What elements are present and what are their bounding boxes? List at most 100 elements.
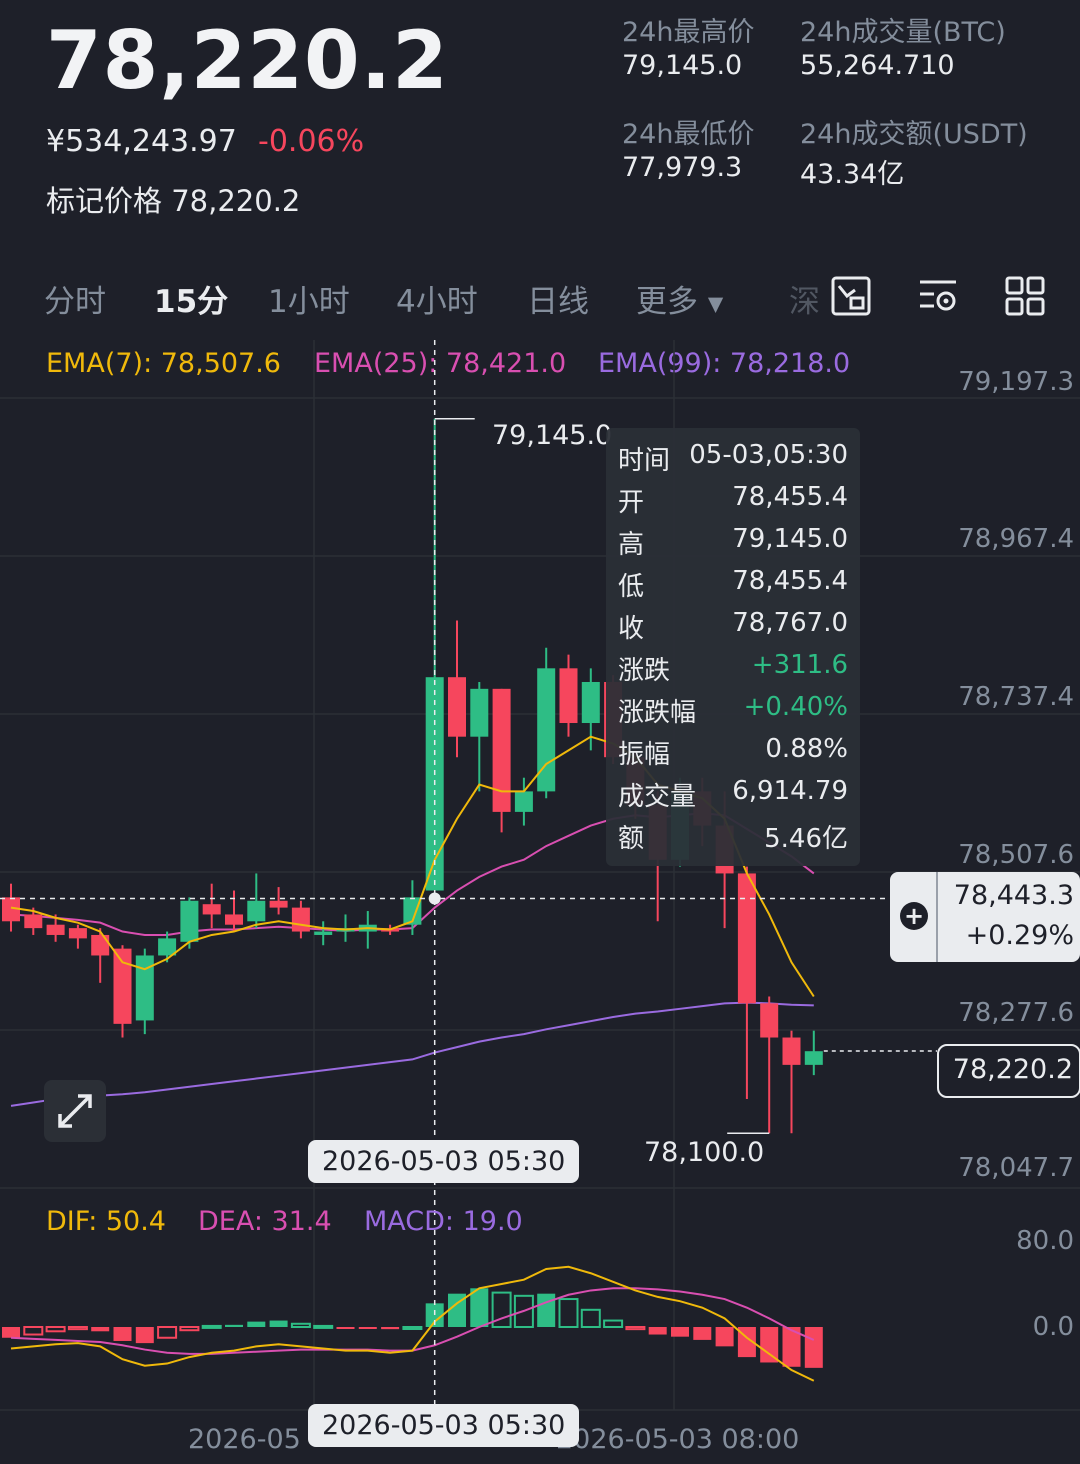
candle-body (470, 688, 489, 737)
crosshair-price-box[interactable]: + 78,443.3 +0.29% (890, 872, 1080, 962)
candle-body (113, 948, 132, 1024)
macd-histogram-bar (23, 1326, 44, 1336)
tooltip-value: +0.40% (743, 692, 848, 722)
crosshair-price: 78,443.3 (953, 880, 1074, 911)
tooltip-value: 78,455.4 (732, 566, 848, 596)
candle-body (202, 904, 221, 915)
candle-body (91, 934, 110, 956)
macd-histogram-bar (671, 1327, 689, 1337)
last-price-tag-value: 78,220.2 (952, 1054, 1073, 1085)
crosshair-dot (428, 892, 441, 905)
candle-body (46, 924, 65, 935)
fullscreen-button[interactable] (44, 1080, 106, 1142)
macd-dif-legend: DIF: 50.4 (46, 1206, 166, 1237)
tooltip-key: 成交量 (618, 782, 697, 812)
tooltip-value: 79,145.0 (732, 524, 848, 554)
macd-histogram-bar (2, 1327, 20, 1338)
candle-body (269, 900, 288, 908)
macd-histogram-bar (625, 1326, 646, 1331)
macd-histogram-bar (381, 1327, 400, 1330)
tooltip-value: 6,914.79 (732, 776, 848, 806)
tooltip-key: 时间 (618, 446, 671, 476)
candle-body (291, 907, 310, 932)
macd-dea-legend: DEA: 31.4 (198, 1206, 332, 1237)
macd-axis-label: 80.0 (1016, 1226, 1074, 1256)
crosshair-time-pill: 2026-05-03 05:30 (308, 1140, 580, 1183)
expand-icon (58, 1094, 92, 1128)
macd-histogram-bar (91, 1327, 110, 1332)
candle-body (225, 914, 243, 925)
macd-histogram-bar (470, 1288, 489, 1327)
price-axis-label: 78,047.7 (958, 1153, 1074, 1183)
crosshair-pct: +0.29% (965, 920, 1074, 951)
tooltip-key: 开 (618, 488, 645, 518)
price-axis-label: 79,197.3 (958, 367, 1074, 397)
tooltip-value: 78,767.0 (732, 608, 848, 638)
macd-histogram-bar (269, 1320, 288, 1327)
candle-body (24, 914, 43, 929)
macd-histogram-bar (693, 1327, 712, 1340)
macd-histogram-bar (45, 1326, 66, 1333)
time-axis-label: 2026-05-03 08:00 (556, 1424, 800, 1455)
candle-body (492, 688, 511, 812)
macd-histogram-bar (580, 1308, 601, 1329)
tooltip-value: 5.46亿 (764, 824, 848, 854)
macd-histogram-bar (67, 1326, 88, 1331)
candle-body (180, 900, 199, 942)
tooltip-value: 0.88% (765, 734, 848, 764)
add-order-icon[interactable]: + (900, 902, 928, 930)
tooltip-key: 振幅 (618, 740, 671, 770)
macd-histogram-bar (603, 1319, 624, 1329)
macd-histogram-bar (290, 1322, 311, 1329)
macd-histogram-bar (313, 1324, 334, 1329)
candle-body (804, 1051, 823, 1065)
macd-histogram-bar (135, 1327, 154, 1344)
macd-dif-line (10, 1265, 815, 1382)
macd-histogram-bar (715, 1327, 734, 1347)
candle-body (314, 931, 333, 935)
price-chart[interactable] (0, 0, 1080, 1464)
last-price-tag: 78,220.2 (937, 1044, 1080, 1098)
macd-histogram-bar (558, 1298, 579, 1329)
macd-histogram-bar (336, 1327, 355, 1329)
time-axis-label: 2026-05 (188, 1424, 301, 1455)
macd-histogram-bar (358, 1327, 377, 1329)
macd-histogram-bar (537, 1293, 556, 1327)
candle-body (782, 1037, 801, 1065)
candle-body (581, 681, 600, 724)
macd-histogram-bar (225, 1324, 243, 1327)
macd-histogram-bar (760, 1327, 779, 1363)
price-axis-label: 78,967.4 (958, 524, 1074, 554)
tooltip-value: 05-03,05:30 (689, 440, 848, 470)
tooltip-key: 低 (618, 572, 645, 602)
candle-body (737, 873, 756, 1004)
price-axis-label: 78,737.4 (958, 682, 1074, 712)
candle-body (68, 928, 87, 939)
macd-histogram-bar (113, 1327, 132, 1341)
candle-body (448, 677, 466, 737)
macd-histogram-bar (804, 1327, 823, 1368)
tooltip-key: 高 (618, 530, 645, 560)
low-marker-label: 78,100.0 (644, 1137, 765, 1168)
macd-axis-label: 0.0 (1032, 1312, 1074, 1342)
tooltip-key: 额 (618, 824, 645, 854)
macd-legend: MACD: 19.0 (364, 1206, 523, 1237)
macd-histogram-bar (201, 1324, 222, 1329)
macd-dea-line (10, 1287, 815, 1355)
price-axis-label: 78,507.6 (958, 840, 1074, 870)
crosshair-time-pill-bottom: 2026-05-03 05:30 (308, 1404, 580, 1447)
tooltip-key: 涨跌 (618, 656, 671, 686)
macd-histogram-bar (247, 1321, 266, 1327)
macd-histogram-bar (157, 1326, 178, 1339)
divider (936, 872, 938, 962)
tooltip-value: 78,455.4 (732, 482, 848, 512)
candle-body (559, 668, 578, 724)
candle-body (247, 900, 266, 922)
macd-histogram-bar (402, 1326, 423, 1330)
price-axis-label: 78,277.6 (958, 998, 1074, 1028)
macd-histogram-bar (179, 1326, 200, 1332)
candle-body (760, 1003, 779, 1038)
tooltip-key: 涨跌幅 (618, 698, 697, 728)
tooltip-key: 收 (618, 614, 645, 644)
tooltip-value: +311.6 (751, 650, 848, 680)
